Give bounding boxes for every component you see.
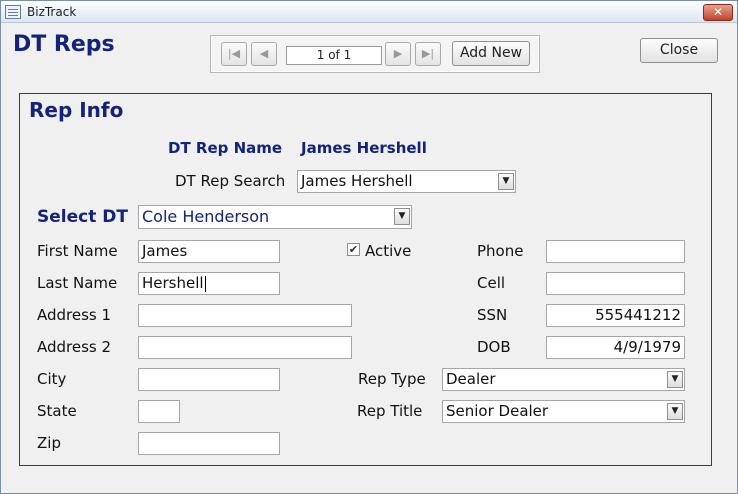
rep-name-value: James Hershell bbox=[301, 139, 427, 157]
dob-field[interactable]: 4/9/1979 bbox=[546, 336, 685, 359]
close-button[interactable]: Close bbox=[640, 38, 718, 63]
active-label: Active bbox=[365, 242, 412, 260]
select-dt-label: Select DT bbox=[37, 207, 128, 227]
record-navigation-bar: |◀ ◀ 1 of 1 ▶ ▶| Add New bbox=[210, 35, 540, 73]
select-dt-value: Cole Henderson bbox=[142, 207, 270, 226]
address1-field[interactable] bbox=[138, 304, 352, 327]
phone-label: Phone bbox=[477, 242, 524, 260]
ssn-label: SSN bbox=[477, 306, 508, 324]
select-dt-combo[interactable]: Cole Henderson ▼ bbox=[138, 205, 412, 229]
rep-search-value: James Hershell bbox=[301, 172, 413, 190]
window-title: BizTrack bbox=[27, 5, 77, 19]
zip-field[interactable] bbox=[138, 432, 280, 455]
record-position-input[interactable]: 1 of 1 bbox=[286, 46, 382, 65]
rep-search-combo[interactable]: James Hershell ▼ bbox=[297, 170, 516, 193]
state-label: State bbox=[37, 402, 77, 420]
next-record-button[interactable]: ▶ bbox=[385, 42, 411, 66]
rep-title-label: Rep Title bbox=[357, 402, 423, 420]
section-title: Rep Info bbox=[29, 98, 124, 122]
ssn-field[interactable]: 555441212 bbox=[546, 304, 685, 327]
last-record-button[interactable]: ▶| bbox=[415, 42, 441, 66]
first-name-field[interactable]: James bbox=[138, 240, 280, 263]
previous-record-button[interactable]: ◀ bbox=[251, 42, 277, 66]
rep-type-value: Dealer bbox=[446, 370, 496, 388]
chevron-down-icon[interactable]: ▼ bbox=[498, 173, 514, 190]
app-window: BizTrack ✕ DT Reps |◀ ◀ 1 of 1 ▶ ▶| Add … bbox=[0, 0, 738, 494]
address2-label: Address 2 bbox=[37, 338, 112, 356]
chevron-down-icon[interactable]: ▼ bbox=[667, 403, 683, 420]
title-bar: BizTrack ✕ bbox=[1, 1, 737, 23]
dob-label: DOB bbox=[477, 338, 511, 356]
last-name-field[interactable]: Hershell bbox=[138, 272, 280, 295]
rep-name-label: DT Rep Name bbox=[168, 139, 283, 157]
address1-label: Address 1 bbox=[37, 306, 112, 324]
form-title: DT Reps bbox=[13, 32, 115, 57]
chevron-down-icon[interactable]: ▼ bbox=[667, 371, 683, 388]
rep-type-label: Rep Type bbox=[358, 370, 426, 388]
zip-label: Zip bbox=[37, 434, 61, 452]
window-close-button[interactable]: ✕ bbox=[703, 4, 733, 21]
chevron-down-icon[interactable]: ▼ bbox=[394, 208, 410, 225]
last-name-label: Last Name bbox=[37, 274, 118, 292]
cell-label: Cell bbox=[477, 274, 506, 292]
add-new-button[interactable]: Add New bbox=[452, 41, 530, 66]
active-checkbox[interactable]: ✔ bbox=[347, 243, 360, 256]
first-name-label: First Name bbox=[37, 242, 118, 260]
rep-type-combo[interactable]: Dealer ▼ bbox=[442, 368, 685, 391]
last-name-value: Hershell bbox=[142, 274, 204, 292]
phone-field[interactable] bbox=[546, 240, 685, 263]
state-field[interactable] bbox=[138, 400, 180, 423]
city-field[interactable] bbox=[138, 368, 280, 391]
address2-field[interactable] bbox=[138, 336, 352, 359]
rep-title-value: Senior Dealer bbox=[446, 402, 549, 420]
app-icon bbox=[5, 5, 21, 19]
rep-search-label: DT Rep Search bbox=[175, 172, 286, 190]
cell-field[interactable] bbox=[546, 272, 685, 295]
rep-title-combo[interactable]: Senior Dealer ▼ bbox=[442, 400, 685, 423]
text-caret bbox=[204, 275, 206, 292]
city-label: City bbox=[37, 370, 67, 388]
first-record-button[interactable]: |◀ bbox=[221, 42, 247, 66]
